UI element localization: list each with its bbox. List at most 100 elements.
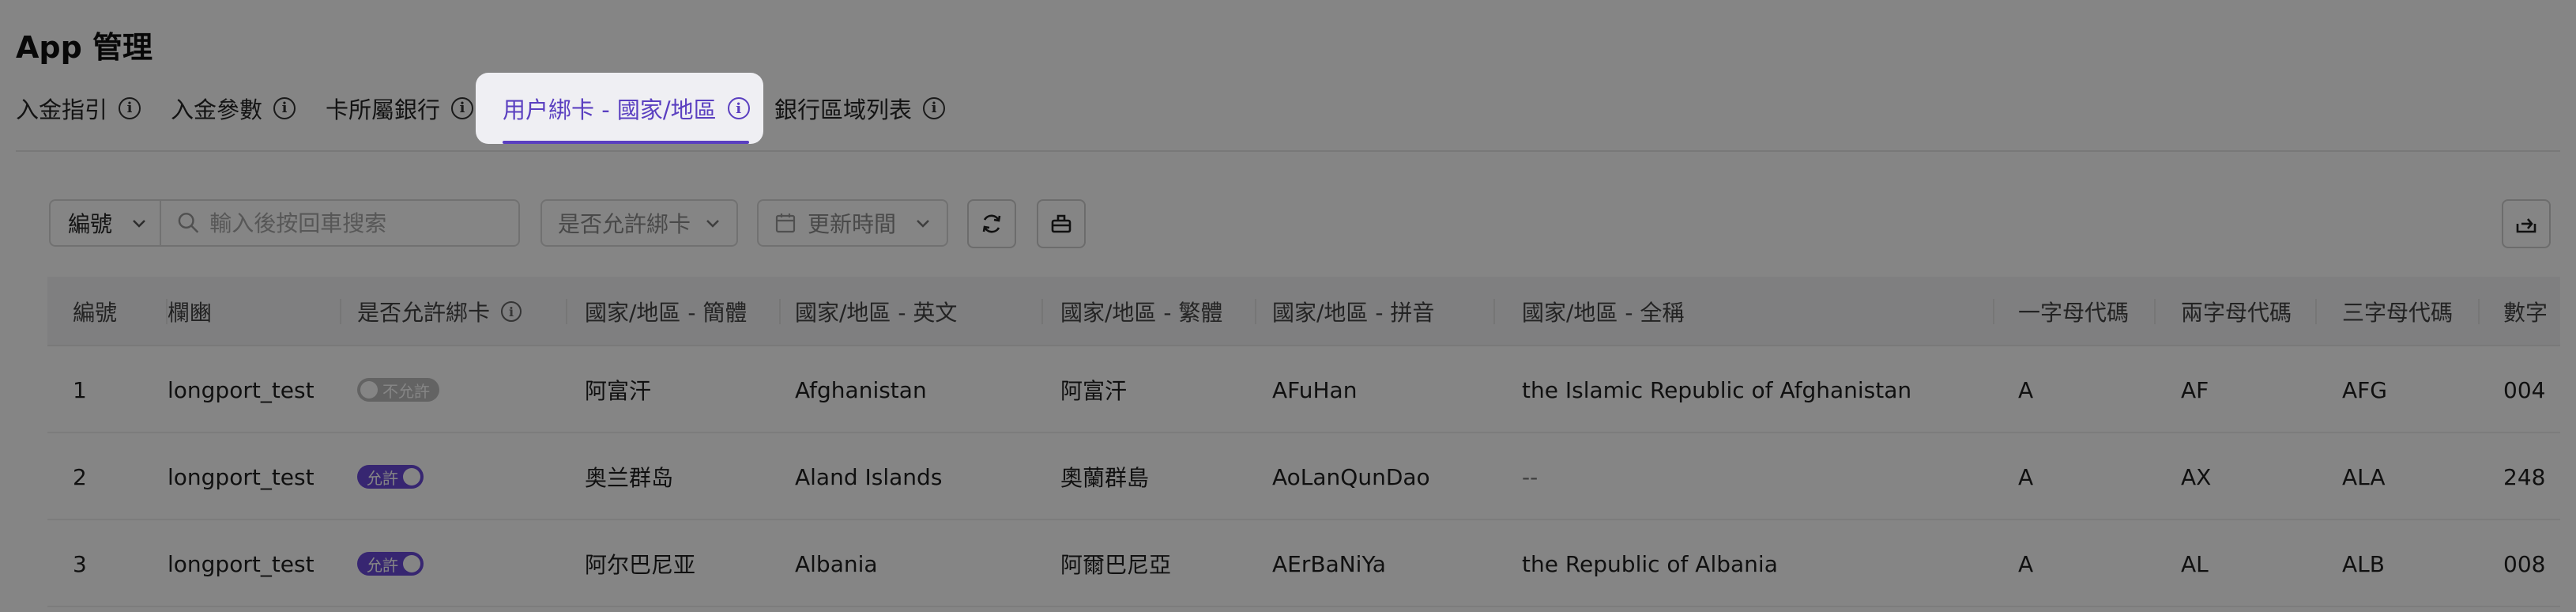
table-row[interactable]: 2 longport_test 允許 奥兰群岛 Aland Islands 奧蘭… [47, 433, 2560, 520]
col-divider [779, 299, 781, 324]
export-icon [2516, 218, 2536, 233]
clear-filters-button[interactable] [1037, 199, 1086, 248]
search-field-select[interactable]: 編號 [49, 199, 161, 247]
search-field-value: 編號 [68, 211, 113, 237]
cell-code1: A [2018, 376, 2034, 403]
chevron-down-icon [706, 220, 719, 228]
tab-deposit-guide[interactable]: 入金指引 i [16, 73, 141, 144]
table-row[interactable]: 1 longport_test 不允許 阿富汗 Afghanistan 阿富汗 … [47, 346, 2560, 433]
tab-bank-region-list[interactable]: 銀行區域列表 i [774, 73, 946, 144]
col-divider [2478, 299, 2480, 324]
cell-numeric: 248 [2503, 463, 2546, 490]
col-divider [340, 299, 341, 324]
cell-code1: A [2018, 550, 2034, 577]
search-input[interactable] [209, 210, 503, 236]
col-header-pinyin[interactable]: 國家/地區 - 拼音 [1272, 277, 1434, 346]
col-header-code2[interactable]: 兩字母代碼 [2181, 277, 2292, 346]
cell-pinyin: AErBaNiYa [1272, 550, 1386, 577]
tab-user-bind-country[interactable]: 用户綁卡 - 國家/地區 i [503, 73, 750, 144]
cell-cn-simplified: 阿富汗 [585, 378, 652, 404]
cell-cn-traditional: 阿爾巴尼亞 [1060, 552, 1172, 578]
col-divider [1493, 299, 1495, 324]
cell-id: 2 [73, 463, 87, 490]
toolbar: 編號 是否允許綁卡 更新時間 [0, 196, 2576, 248]
chevron-down-icon [133, 220, 145, 228]
app-page: App 管理 入金指引 i 入金參數 i 卡所屬銀行 i 銀行區域列表 i 編號 [0, 0, 2576, 612]
search-icon [178, 213, 199, 233]
col-header-en[interactable]: 國家/地區 - 英文 [795, 277, 957, 346]
cell-cn-traditional: 奧蘭群島 [1060, 465, 1150, 491]
cell-en: Aland Islands [795, 463, 943, 490]
cell-code3: ALA [2342, 463, 2386, 490]
cell-pinyin: AoLanQunDao [1272, 463, 1430, 490]
cell-code2: AX [2181, 463, 2212, 490]
col-header-id[interactable]: 編號 [73, 277, 117, 346]
allow-bind-toggle[interactable]: 允許 [357, 465, 424, 489]
cell-numeric: 008 [2503, 550, 2546, 577]
info-icon[interactable]: i [727, 97, 750, 119]
col-header-cn-simplified[interactable]: 國家/地區 - 簡體 [585, 277, 747, 346]
col-divider [2154, 299, 2156, 324]
update-time-filter[interactable]: 更新時間 [757, 199, 948, 247]
allow-bind-toggle[interactable]: 不允許 [357, 378, 439, 402]
cell-cn-simplified: 奥兰群岛 [585, 465, 674, 491]
cell-code1: A [2018, 463, 2034, 490]
col-divider [566, 299, 567, 324]
calendar-icon [775, 213, 796, 233]
col-header-code1[interactable]: 一字母代碼 [2018, 277, 2129, 346]
table-row[interactable]: 3 longport_test 允許 阿尔巴尼亚 Albania 阿爾巴尼亞 A… [47, 520, 2560, 607]
search-box [160, 199, 520, 247]
toggle-label: 不允許 [382, 381, 430, 401]
col-divider [2315, 299, 2317, 324]
cell-pinyin: AFuHan [1272, 376, 1358, 403]
cell-allow-bind: 允許 [357, 433, 424, 520]
cell-full-name: the Islamic Republic of Afghanistan [1522, 376, 1912, 403]
col-header-allow-bind[interactable]: 是否允許綁卡 i [357, 277, 522, 346]
table-header: 編號 欄豳 是否允許綁卡 i 國家/地區 - 簡體 國家/地區 - 英文 國家/… [47, 277, 2560, 346]
tab-bar: 入金指引 i 入金參數 i 卡所屬銀行 i 銀行區域列表 i [0, 73, 2576, 149]
col-divider [1041, 299, 1043, 324]
filter-label: 更新時間 [808, 211, 897, 237]
clear-icon [1051, 214, 1071, 233]
col-header-code3[interactable]: 三字母代碼 [2342, 277, 2453, 346]
tab-card-bank[interactable]: 卡所屬銀行 i [326, 73, 474, 144]
cell-numeric: 004 [2503, 376, 2546, 403]
chevron-down-icon [917, 220, 929, 228]
toggle-knob [360, 381, 378, 399]
toggle-knob [403, 468, 420, 485]
cell-allow-bind: 允許 [357, 520, 424, 607]
col-header-tag[interactable]: 欄豳 [168, 277, 212, 346]
allow-bind-toggle[interactable]: 允許 [357, 552, 424, 576]
toggle-knob [403, 555, 420, 572]
col-header-numeric[interactable]: 數字 [2503, 277, 2548, 346]
info-icon[interactable]: i [451, 97, 474, 119]
tab-label: 卡所屬銀行 [326, 96, 441, 123]
allow-bind-filter[interactable]: 是否允許綁卡 [540, 199, 738, 247]
toggle-label: 允許 [367, 555, 398, 575]
col-divider [1255, 299, 1256, 324]
tabs-divider [16, 150, 2560, 152]
col-header-label: 是否允許綁卡 [357, 300, 491, 326]
tab-deposit-params[interactable]: 入金參數 i [171, 73, 296, 144]
cell-full-name: the Republic of Albania [1522, 550, 1778, 577]
refresh-button[interactable] [967, 199, 1016, 248]
active-tab-indicator [503, 141, 749, 144]
cell-allow-bind: 不允許 [357, 346, 439, 433]
tab-label: 入金指引 [16, 96, 108, 123]
info-icon[interactable]: i [501, 301, 522, 322]
tab-label: 入金參數 [171, 96, 263, 123]
cell-code3: ALB [2342, 550, 2385, 577]
cell-code2: AF [2181, 376, 2209, 403]
info-icon[interactable]: i [119, 97, 141, 119]
col-header-cn-traditional[interactable]: 國家/地區 - 繁體 [1060, 277, 1222, 346]
cell-code3: AFG [2342, 376, 2387, 403]
export-button[interactable] [2502, 199, 2551, 248]
cell-full-name: -- [1522, 463, 1538, 490]
info-icon[interactable]: i [923, 97, 946, 119]
refresh-icon [982, 214, 1001, 233]
col-divider [1993, 299, 1994, 324]
tab-label: 用户綁卡 - 國家/地區 [503, 96, 717, 123]
info-icon[interactable]: i [273, 97, 296, 119]
col-header-full-name[interactable]: 國家/地區 - 全稱 [1522, 277, 1684, 346]
cell-id: 3 [73, 550, 87, 577]
